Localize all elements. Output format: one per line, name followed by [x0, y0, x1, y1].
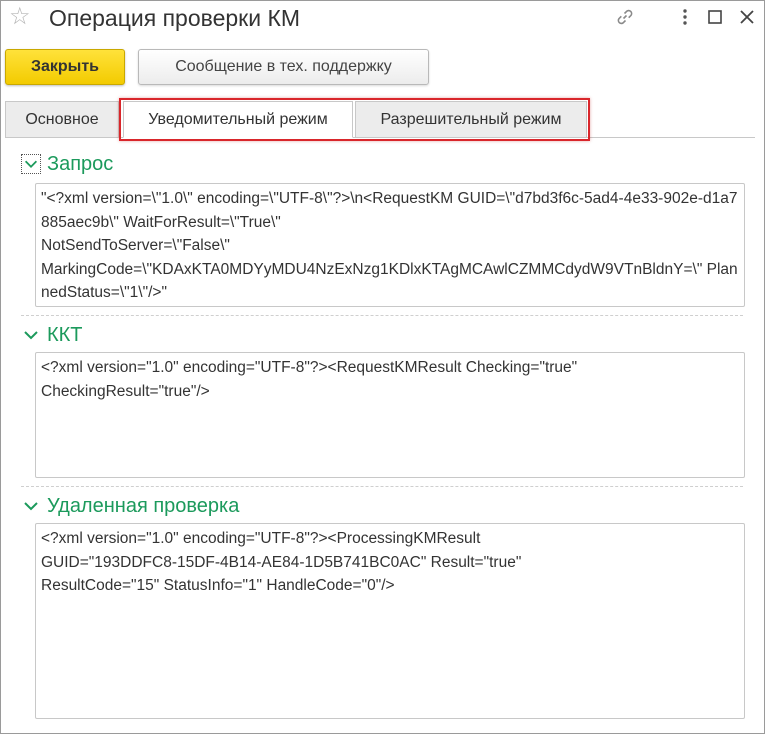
tab-permissive-mode[interactable]: Разрешительный режим — [355, 101, 587, 138]
chevron-down-icon — [24, 502, 38, 511]
tab-notification-mode[interactable]: Уведомительный режим — [123, 101, 353, 138]
close-button[interactable]: Закрыть — [5, 49, 125, 85]
link-icon[interactable] — [615, 7, 635, 27]
section-kkt-title: ККТ — [47, 323, 83, 346]
section-kkt-header[interactable]: ККТ — [21, 322, 83, 348]
section-request-title: Запрос — [47, 152, 114, 175]
title-bar: ☆ Операция проверки КМ — [1, 1, 764, 35]
section-remote-header[interactable]: Удаленная проверка — [21, 493, 239, 519]
section-divider — [21, 315, 743, 316]
more-icon[interactable] — [675, 7, 695, 27]
section-divider — [21, 486, 743, 487]
page-title: Операция проверки КМ — [49, 5, 301, 31]
request-field[interactable]: "<?xml version=\"1.0\" encoding=\"UTF-8\… — [35, 183, 745, 307]
close-icon[interactable] — [737, 7, 757, 27]
maximize-icon[interactable] — [705, 7, 725, 27]
form-window: ☆ Операция проверки КМ Закрыть Сообщение… — [0, 0, 765, 734]
section-request-header[interactable]: Запрос — [21, 151, 113, 177]
kkt-field[interactable]: <?xml version="1.0" encoding="UTF-8"?><R… — [35, 352, 745, 478]
support-message-button[interactable]: Сообщение в тех. поддержку — [138, 49, 429, 85]
tab-main[interactable]: Основное — [5, 101, 119, 138]
chevron-down-icon — [21, 154, 41, 174]
section-remote-title: Удаленная проверка — [47, 494, 240, 517]
star-icon[interactable]: ☆ — [9, 4, 31, 30]
chevron-down-icon — [24, 331, 38, 340]
remote-check-field[interactable]: <?xml version="1.0" encoding="UTF-8"?><P… — [35, 523, 745, 719]
